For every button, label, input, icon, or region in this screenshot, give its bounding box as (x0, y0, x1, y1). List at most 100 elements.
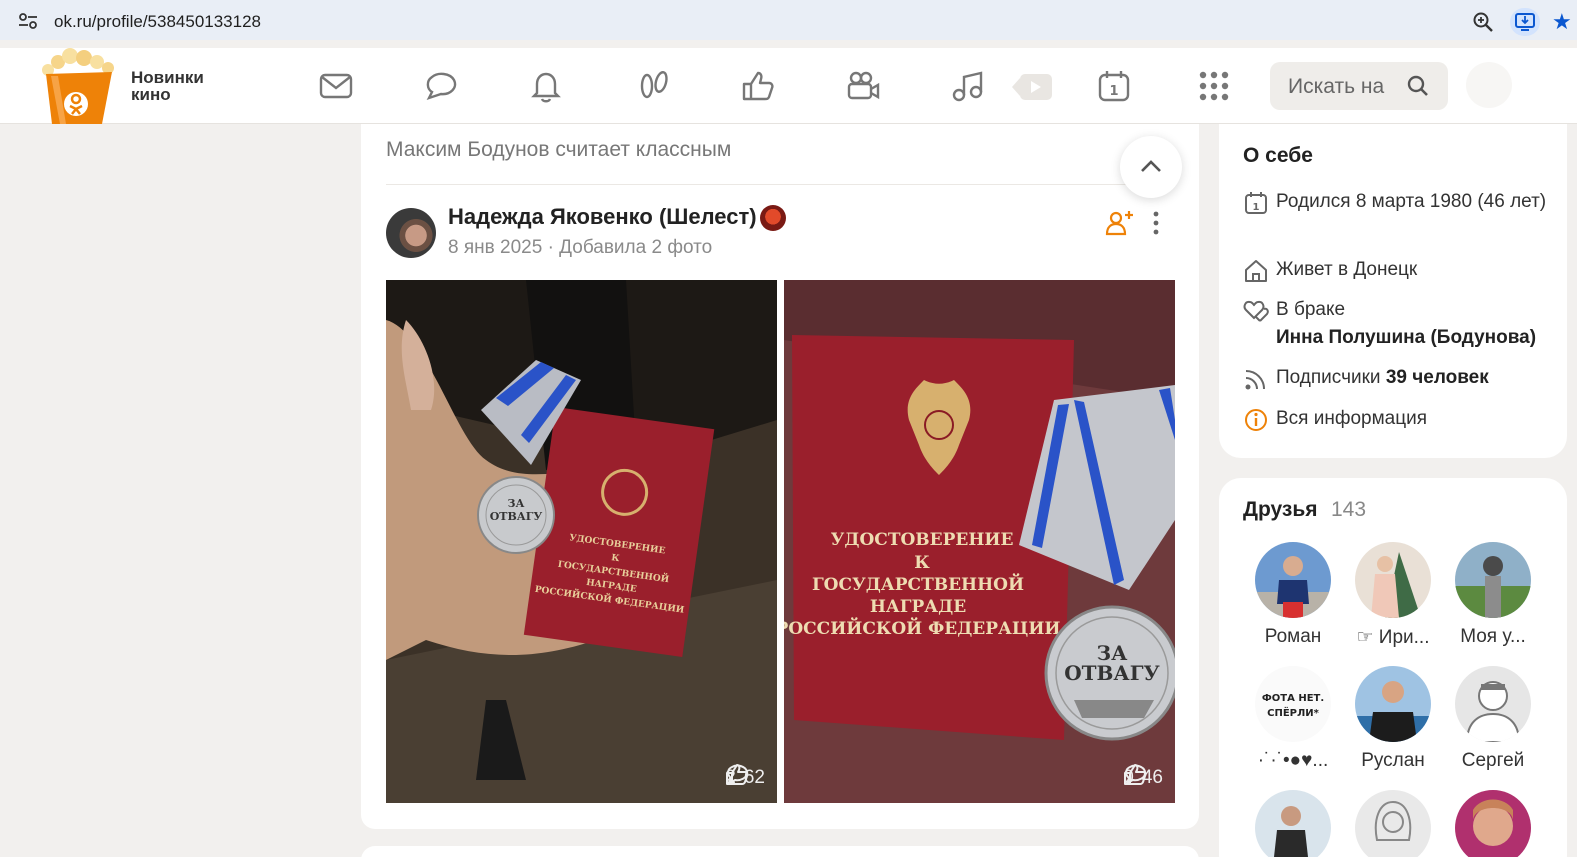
post-date[interactable]: 8 янв 2025 (448, 237, 542, 258)
svg-text:1: 1 (1109, 84, 1118, 99)
friend-name: Роман (1264, 626, 1322, 647)
friend-item[interactable]: Сергей (1443, 666, 1543, 772)
feed-card: Максим Бодунов считает классным Надежда … (361, 124, 1199, 829)
medal-photo-image: УДОСТОВЕРЕНИЕ К ГОСУДАРСТВЕННОЙ НАГРАДЕ … (386, 280, 777, 803)
friend-item[interactable] (1243, 790, 1343, 857)
site-header: Новинки кино 1 Искать на (0, 48, 1577, 124)
friend-item[interactable]: Роман (1243, 542, 1343, 648)
friend-avatar (1455, 790, 1531, 857)
photo2-doc-line5: РОССИЙСКОЙ ФЕДЕРАЦИИ (784, 617, 1060, 639)
logo-caption-line2: кино (131, 85, 171, 104)
hearts-icon (1243, 300, 1269, 322)
likes-stat[interactable]: 62 (726, 764, 765, 789)
friend-item[interactable]: Моя у... (1443, 542, 1543, 648)
search-icon[interactable] (1406, 74, 1430, 98)
spouse-link[interactable]: Инна Полушина (Бодунова) (1276, 324, 1556, 352)
friend-avatar (1355, 666, 1431, 742)
sticker-line1: ФОТА НЕТ. (1262, 693, 1324, 704)
marital-text: В браке Инна Полушина (Бодунова) (1276, 296, 1556, 352)
city-text: Живет в Донецк (1276, 259, 1418, 280)
birth-text: Родился 8 марта 1980 (46 лет) (1276, 191, 1547, 212)
photo-stats: 0 46 (1123, 763, 1163, 793)
music-icon[interactable] (950, 68, 986, 104)
friend-item[interactable]: ☞ Ири... (1343, 542, 1443, 649)
gift-badge-icon[interactable] (760, 205, 786, 231)
marital-status: В браке (1276, 299, 1346, 320)
followers-text: Подписчики 39 человек (1276, 364, 1556, 392)
like-icon (726, 764, 749, 785)
friend-avatar (1255, 542, 1331, 618)
discussions-icon[interactable] (423, 68, 459, 104)
address-bar[interactable]: ok.ru/profile/538450133128 ★ (4, 3, 1572, 37)
rss-icon (1245, 370, 1265, 390)
about-card: О себе 1 Родился 8 марта 1980 (46 лет) Ж… (1219, 124, 1567, 458)
logo-caption[interactable]: Новинки кино (131, 69, 204, 103)
certificate-photo-image: УДОСТОВЕРЕНИЕ К ГОСУДАРСТВЕННОЙ НАГРАДЕ … (784, 280, 1175, 803)
sticker-line2: СПЁРЛИ* (1267, 705, 1320, 719)
like-icon (1124, 764, 1147, 785)
ok-logo-icon[interactable] (36, 48, 122, 124)
divider (386, 184, 1175, 185)
friends-title[interactable]: Друзья (1243, 498, 1318, 522)
logo-caption-line1: Новинки (131, 68, 204, 87)
tune-icon[interactable] (18, 12, 38, 30)
add-friend-icon[interactable] (1105, 210, 1133, 236)
install-app-icon[interactable] (1510, 8, 1540, 36)
friend-avatar: ФОТА НЕТ. СПЁРЛИ* (1255, 666, 1331, 742)
friend-item[interactable] (1343, 790, 1443, 857)
post-meta: 8 янв 2025 · Добавила 2 фото (448, 237, 712, 259)
photo2-doc-line2: К (914, 553, 930, 573)
chevron-up-icon (1141, 160, 1161, 172)
friend-name: Сергей (1461, 750, 1525, 771)
search-input[interactable]: Искать на (1270, 62, 1448, 110)
friend-avatar (1255, 790, 1331, 857)
friend-item[interactable]: Руслан (1343, 666, 1443, 772)
notifications-icon[interactable] (528, 68, 564, 104)
next-feed-card (361, 846, 1199, 857)
video-icon[interactable] (1012, 72, 1054, 102)
friend-avatar (1355, 542, 1431, 618)
user-avatar[interactable] (1466, 62, 1512, 108)
info-icon (1245, 409, 1267, 431)
url-text[interactable]: ok.ru/profile/538450133128 (54, 12, 261, 32)
followers-value: 39 человек (1385, 367, 1489, 388)
friend-avatar (1355, 790, 1431, 857)
author-name[interactable]: Надежда Яковенко (Шелест) (448, 204, 757, 230)
video-camera-icon[interactable] (845, 68, 881, 104)
followers-label: Подписчики (1276, 367, 1381, 388)
likes-stat[interactable]: 46 (1124, 764, 1163, 789)
home-icon (1245, 260, 1267, 282)
post-photo-1[interactable]: УДОСТОВЕРЕНИЕ К ГОСУДАРСТВЕННОЙ НАГРАДЕ … (386, 280, 777, 803)
friend-name: Моя у... (1460, 626, 1526, 647)
friend-avatar (1455, 666, 1531, 742)
events-like-icon[interactable] (740, 68, 776, 104)
photo-stats: 2 62 (725, 763, 765, 793)
photo2-doc-line1: УДОСТОВЕРЕНИЕ (831, 530, 1014, 550)
photo1-medal-line1: ЗА (508, 497, 525, 510)
friend-item[interactable]: ФОТА НЕТ. СПЁРЛИ* ·˙·˙•●♥... (1243, 666, 1343, 772)
post-action: Добавила 2 фото (559, 237, 713, 258)
post-photo-2[interactable]: УДОСТОВЕРЕНИЕ К ГОСУДАРСТВЕННОЙ НАГРАДЕ … (784, 280, 1175, 803)
all-info-link[interactable]: Вся информация (1276, 405, 1556, 433)
svg-text:1: 1 (1253, 202, 1260, 213)
bookmark-star-icon[interactable]: ★ (1552, 9, 1572, 35)
friend-item[interactable] (1443, 790, 1543, 857)
meta-separator: · (547, 237, 554, 258)
friend-name: Руслан (1361, 750, 1425, 771)
about-title: О себе (1243, 144, 1313, 167)
search-placeholder: Искать на (1288, 75, 1385, 98)
calendar-icon[interactable]: 1 (1096, 68, 1132, 104)
guests-icon[interactable] (636, 68, 672, 104)
zoom-icon[interactable] (1472, 11, 1494, 33)
calendar-icon: 1 (1245, 192, 1267, 214)
collapse-button[interactable] (1120, 136, 1182, 198)
more-options-icon[interactable] (1148, 210, 1164, 236)
friend-name: ·˙·˙•●♥... (1257, 750, 1329, 771)
photo2-doc-line4: НАГРАДЕ (870, 597, 966, 617)
photo1-medal-line2: ОТВАГУ (490, 510, 543, 523)
photo2-medal-line2: ОТВАГУ (1064, 661, 1160, 685)
author-avatar[interactable] (386, 208, 436, 258)
apps-grid-icon[interactable] (1196, 68, 1232, 104)
messages-icon[interactable] (318, 68, 354, 104)
feed-context-text[interactable]: Максим Бодунов считает классным (386, 138, 731, 162)
